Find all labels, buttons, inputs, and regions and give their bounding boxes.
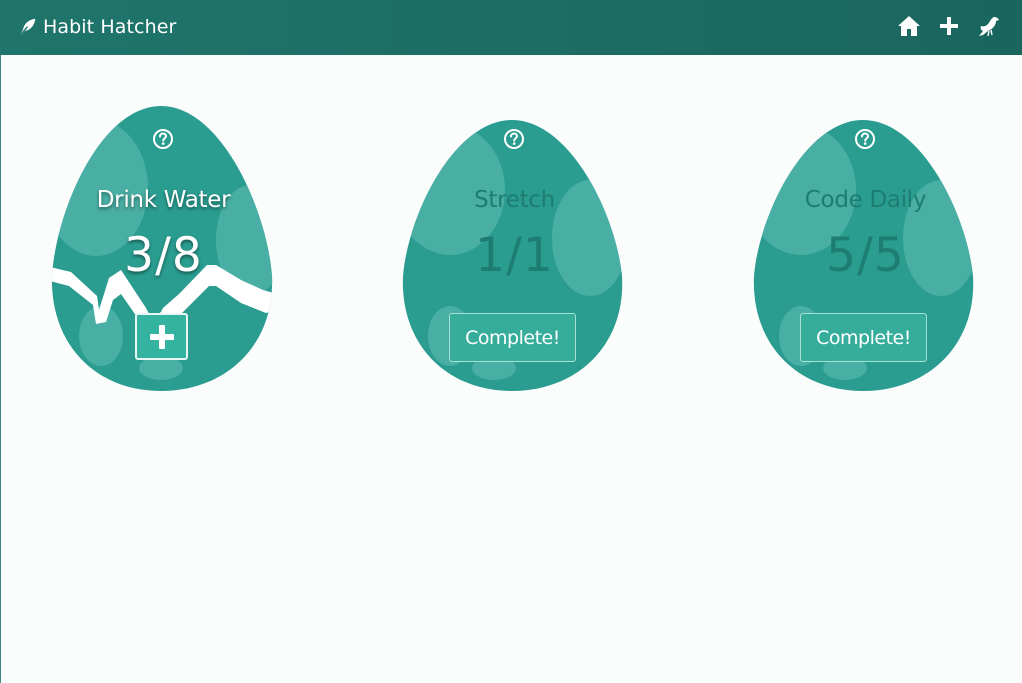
habit-title: Code Daily	[804, 187, 927, 213]
feather-icon	[19, 18, 36, 37]
habit-progress: 1/1	[475, 228, 554, 283]
plus-icon	[940, 17, 958, 35]
increment-button[interactable]	[135, 313, 188, 360]
brand-link[interactable]: Habit Hatcher	[17, 13, 176, 41]
complete-button[interactable]: Complete!	[449, 313, 576, 362]
navbar: Habit Hatcher	[0, 0, 1022, 55]
add-habit-button[interactable]	[936, 13, 962, 39]
brand-title: Habit Hatcher	[43, 16, 177, 38]
crow-button[interactable]	[976, 13, 1002, 39]
question-circle-icon[interactable]	[152, 128, 174, 150]
home-icon	[898, 16, 920, 36]
question-circle-icon[interactable]	[503, 128, 525, 150]
home-button[interactable]	[896, 13, 922, 39]
habit-title: Stretch	[474, 187, 555, 213]
habit-card-stretch: Stretch 1/1 Complete!	[402, 100, 627, 395]
habit-progress: 3/8	[124, 228, 203, 283]
habit-progress: 5/5	[826, 228, 905, 283]
complete-button[interactable]: Complete!	[800, 313, 927, 362]
plus-icon	[149, 324, 174, 349]
habit-title: Drink Water	[96, 187, 231, 213]
crow-icon	[979, 17, 999, 37]
question-circle-icon[interactable]	[854, 128, 876, 150]
habit-card-code-daily: Code Daily 5/5 Complete!	[753, 100, 978, 395]
window-edge	[0, 55, 1, 683]
habit-card-drink-water: Drink Water 3/8	[51, 100, 276, 395]
